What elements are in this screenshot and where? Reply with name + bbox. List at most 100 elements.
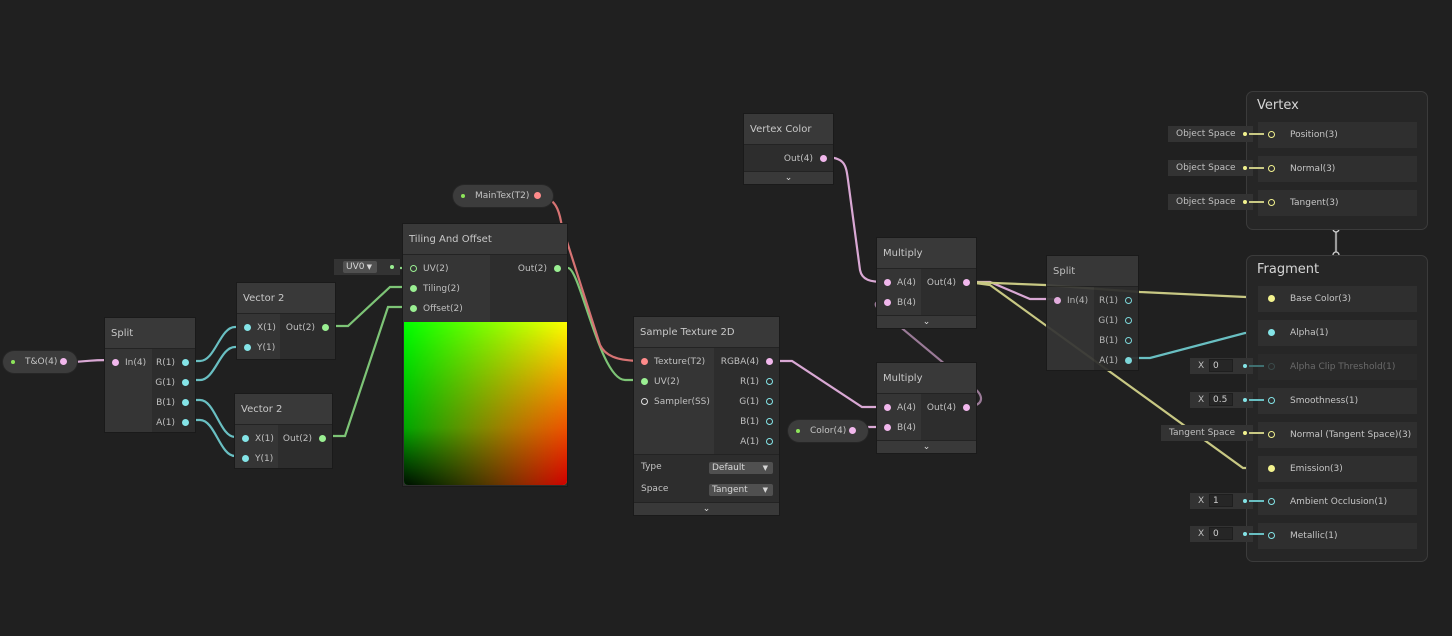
output-port-a[interactable]: A(1)	[1094, 351, 1138, 371]
port-dot[interactable]	[1268, 131, 1275, 138]
output-port-r[interactable]: R(1)	[714, 372, 779, 392]
port-dot[interactable]	[410, 285, 417, 292]
port-dot[interactable]	[766, 418, 773, 425]
input-port-in[interactable]: In(4)	[105, 353, 152, 373]
wire-tiling-uv[interactable]	[557, 266, 643, 382]
property-node-color[interactable]: Color(4)	[788, 420, 868, 442]
port-dot[interactable]	[1268, 329, 1275, 336]
port-dot[interactable]	[319, 435, 326, 442]
port-dot[interactable]	[884, 299, 891, 306]
output-port-g[interactable]: G(1)	[152, 373, 195, 393]
collapse-button[interactable]: ⌄	[634, 502, 779, 515]
wire-vec2b-offset[interactable]	[322, 305, 411, 438]
input-port-a[interactable]: A(4)	[877, 398, 921, 418]
input-port-b[interactable]: B(4)	[877, 293, 921, 313]
input-port-offset[interactable]: Offset(2)	[403, 299, 490, 319]
collapse-button[interactable]: ⌄	[877, 315, 976, 328]
port-dot[interactable]	[963, 279, 970, 286]
port-dot[interactable]	[820, 155, 827, 162]
input-port-y[interactable]: Y(1)	[235, 449, 278, 469]
tiling-and-offset-node[interactable]: Tiling And Offset UV(2) Tiling(2) Offset…	[403, 224, 567, 486]
ambient-occlusion-input[interactable]: 1	[1209, 494, 1233, 507]
sample-texture-2d-node[interactable]: Sample Texture 2D Texture(T2) UV(2) Samp…	[634, 317, 779, 515]
property-node-maintex[interactable]: MainTex(T2)	[453, 185, 553, 207]
input-port-tiling[interactable]: Tiling(2)	[403, 279, 490, 299]
wire-g-y[interactable]	[188, 345, 243, 382]
output-port-b[interactable]: B(1)	[1094, 331, 1138, 351]
port-dot[interactable]	[410, 265, 417, 272]
port-dot[interactable]	[1054, 297, 1061, 304]
port-dot[interactable]	[766, 398, 773, 405]
port-dot[interactable]	[242, 435, 249, 442]
input-port-x[interactable]: X(1)	[237, 318, 280, 338]
fragment-slot-base-color[interactable]: Base Color(3)	[1258, 286, 1417, 312]
port-dot[interactable]	[1125, 337, 1132, 344]
port-dot[interactable]	[410, 305, 417, 312]
fragment-slot-alpha-clip-threshold[interactable]: Alpha Clip Threshold(1)	[1258, 354, 1417, 380]
output-port-out[interactable]: Out(4)	[744, 149, 833, 169]
wire-rgba-multiply2[interactable]	[770, 359, 885, 409]
collapse-button[interactable]: ⌄	[877, 440, 976, 453]
vertex-slot-normal[interactable]: Normal(3)	[1258, 156, 1417, 182]
wire-r-x[interactable]	[188, 325, 243, 363]
fragment-slot-ambient-occlusion[interactable]: Ambient Occlusion(1)	[1258, 489, 1417, 515]
uv-channel-dropdown[interactable]: UV0 ▼	[343, 261, 377, 273]
wire-vec2a-tiling[interactable]	[325, 285, 411, 328]
collapse-button[interactable]: ⌄	[744, 171, 833, 184]
port-dot[interactable]	[884, 424, 891, 431]
smoothness-input[interactable]: 0.5	[1209, 393, 1233, 406]
port-dot[interactable]	[182, 399, 189, 406]
port-dot[interactable]	[1268, 532, 1275, 539]
vertex-slot-position[interactable]: Position(3)	[1258, 122, 1417, 148]
port-dot[interactable]	[1268, 465, 1275, 472]
port-dot[interactable]	[182, 379, 189, 386]
output-port-a[interactable]: A(1)	[714, 432, 779, 452]
output-port-a[interactable]: A(1)	[152, 413, 195, 433]
split-node-2[interactable]: Split In(4) R(1) G(1) B(1) A(1)	[1047, 256, 1138, 370]
port-dot[interactable]	[1268, 431, 1275, 438]
input-port-uv[interactable]: UV(2)	[403, 259, 490, 279]
fragment-slot-alpha[interactable]: Alpha(1)	[1258, 320, 1417, 346]
input-port-x[interactable]: X(1)	[235, 429, 278, 449]
port-dot[interactable]	[766, 438, 773, 445]
port-dot[interactable]	[641, 378, 648, 385]
port-dot[interactable]	[1268, 295, 1275, 302]
port-dot[interactable]	[641, 358, 648, 365]
output-port-out[interactable]: Out(2)	[278, 429, 332, 449]
property-node-t-and-o[interactable]: T&O(4)	[3, 351, 77, 373]
input-port-b[interactable]: B(4)	[877, 418, 921, 438]
output-port-out[interactable]: Out(4)	[921, 273, 976, 293]
port-dot[interactable]	[182, 419, 189, 426]
split-node-1[interactable]: Split In(4) R(1) G(1) B(1) A(1)	[105, 318, 195, 432]
port-dot[interactable]	[884, 279, 891, 286]
port-dot[interactable]	[1268, 363, 1275, 370]
port-dot[interactable]	[322, 324, 329, 331]
input-port-sampler[interactable]: Sampler(SS)	[634, 392, 714, 412]
fragment-slot-emission[interactable]: Emission(3)	[1258, 456, 1417, 482]
output-port-out[interactable]: Out(2)	[280, 318, 335, 338]
multiply-node-1[interactable]: Multiply A(4) B(4) Out(4) ⌄	[877, 238, 976, 328]
port-dot[interactable]	[766, 358, 773, 365]
vertex-context-block[interactable]: Vertex Position(3) Normal(3) Tangent(3)	[1246, 91, 1428, 230]
output-port-out[interactable]: Out(2)	[490, 259, 567, 279]
port-dot[interactable]	[1268, 165, 1275, 172]
port-dot[interactable]	[1268, 199, 1275, 206]
output-port-b[interactable]: B(1)	[714, 412, 779, 432]
space-dropdown[interactable]: Tangent ▼	[709, 484, 773, 496]
port-dot[interactable]	[641, 398, 648, 405]
vector2-node-2[interactable]: Vector 2 X(1) Y(1) Out(2)	[235, 394, 332, 468]
port-dot[interactable]	[244, 344, 251, 351]
port-dot[interactable]	[963, 404, 970, 411]
port-dot[interactable]	[112, 359, 119, 366]
vector2-node-1[interactable]: Vector 2 X(1) Y(1) Out(2)	[237, 283, 335, 359]
port-dot[interactable]	[244, 324, 251, 331]
port-dot[interactable]	[766, 378, 773, 385]
type-dropdown[interactable]: Default ▼	[709, 462, 773, 474]
vertex-slot-tangent[interactable]: Tangent(3)	[1258, 190, 1417, 216]
fragment-slot-normal-tangent-space[interactable]: Normal (Tangent Space)(3)	[1258, 422, 1417, 448]
input-port-in[interactable]: In(4)	[1047, 291, 1094, 311]
property-output-port[interactable]	[534, 192, 541, 199]
input-port-y[interactable]: Y(1)	[237, 338, 280, 358]
port-dot[interactable]	[1125, 357, 1132, 364]
output-port-b[interactable]: B(1)	[152, 393, 195, 413]
